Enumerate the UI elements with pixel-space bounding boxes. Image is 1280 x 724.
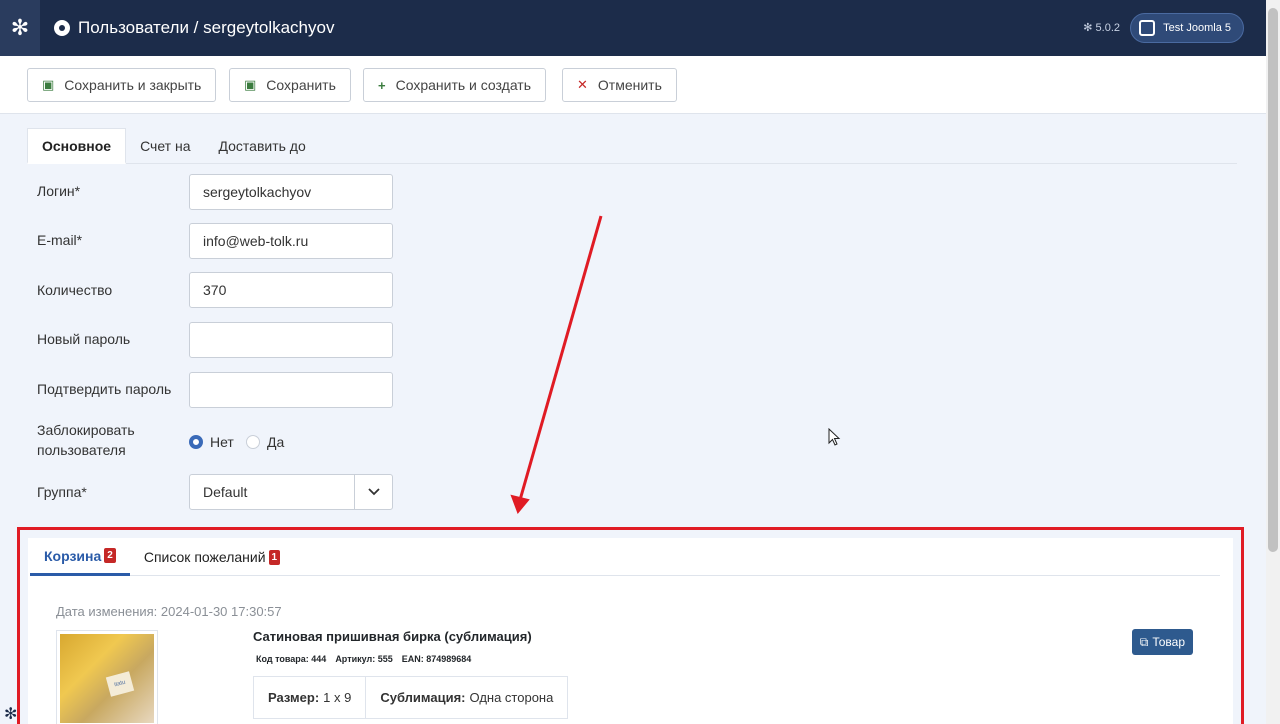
- confirm-password-label: Подтвердить пароль: [37, 381, 172, 397]
- tab-billing[interactable]: Счет на: [126, 128, 204, 164]
- product-name: Сатиновая пришивная бирка (сублимация): [253, 629, 532, 644]
- login-input[interactable]: sergeytolkachyov: [189, 174, 393, 210]
- product-sku: Артикул: 555: [335, 654, 393, 664]
- product-tag-image: itatu: [105, 671, 135, 697]
- product-meta: Код товара: 444 Артикул: 555 EAN: 874989…: [256, 654, 471, 664]
- block-user-label-line1: Заблокировать: [37, 422, 135, 438]
- block-user-label-line2: пользователя: [37, 442, 126, 458]
- save-icon: ▣: [244, 77, 257, 92]
- product-ean: EAN: 874989684: [401, 654, 472, 664]
- chevron-down-icon: [354, 475, 392, 509]
- quantity-input[interactable]: 370: [189, 272, 393, 308]
- new-password-input[interactable]: [189, 322, 393, 358]
- product-code: Код товара: 444: [256, 654, 327, 664]
- block-yes-radio[interactable]: [246, 435, 260, 449]
- joomla-corner-icon: ✻: [4, 706, 18, 723]
- joomla-logo-icon[interactable]: ✻: [0, 0, 40, 56]
- cart-date: Дата изменения: 2024-01-30 17:30:57: [56, 604, 282, 619]
- tab-wishlist[interactable]: Список пожеланий 1: [130, 538, 294, 576]
- block-yes-label: Да: [267, 434, 285, 450]
- confirm-password-input[interactable]: [189, 372, 393, 408]
- page-scrollbar[interactable]: [1266, 0, 1280, 724]
- wishlist-count-badge: 1: [268, 549, 281, 565]
- block-no-label: Нет: [210, 434, 234, 450]
- cart-tabs: Корзина 2 Список пожеланий 1: [30, 538, 1220, 576]
- cart-count-badge: 2: [104, 548, 116, 563]
- external-link-icon: [1139, 20, 1156, 36]
- external-link-icon: ⧉: [1139, 634, 1149, 649]
- tab-shipping[interactable]: Доставить до: [204, 128, 319, 164]
- block-no-radio[interactable]: [189, 435, 203, 449]
- plus-icon: +: [378, 77, 386, 93]
- mouse-cursor-icon: [828, 428, 841, 446]
- cart-panel: Корзина 2 Список пожеланий 1 Дата измене…: [17, 527, 1244, 724]
- scrollbar-thumb[interactable]: [1268, 8, 1278, 552]
- version-label: ✻ 5.0.2: [1083, 22, 1120, 34]
- product-link-button[interactable]: ⧉ Товар: [1131, 629, 1193, 655]
- save-button[interactable]: ▣ Сохранить: [229, 68, 351, 102]
- group-select[interactable]: Default: [189, 474, 393, 510]
- form-tabs: Основное Счет на Доставить до: [27, 128, 1237, 164]
- close-icon: ✕: [577, 77, 588, 92]
- login-label: Логин*: [37, 183, 81, 199]
- app-header: ✻ Пользователи / sergeytolkachyov ✻ 5.0.…: [0, 0, 1266, 56]
- user-circle-icon: [54, 20, 70, 36]
- page-title: Пользователи / sergeytolkachyov: [78, 18, 335, 37]
- quantity-label: Количество: [37, 282, 113, 298]
- tab-cart[interactable]: Корзина 2: [30, 538, 130, 576]
- new-password-label: Новый пароль: [37, 331, 131, 347]
- save-new-button[interactable]: + Сохранить и создать: [363, 68, 547, 102]
- email-input[interactable]: info@web-tolk.ru: [189, 223, 393, 259]
- view-site-button[interactable]: Test Joomla 5: [1130, 13, 1244, 43]
- email-label: E-mail*: [37, 232, 83, 248]
- group-label: Группа*: [37, 484, 87, 500]
- product-thumbnail[interactable]: itatu: [56, 630, 158, 724]
- save-icon: ▣: [42, 77, 55, 92]
- toolbar: ▣ Сохранить и закрыть ▣ Сохранить + Сохр…: [0, 56, 1266, 114]
- save-close-button[interactable]: ▣ Сохранить и закрыть: [27, 68, 217, 102]
- product-attributes: Размер: 1 х 9 Сублимация: Одна сторона: [253, 676, 569, 719]
- attr-sublimation: Сублимация: Одна сторона: [380, 690, 554, 705]
- tab-main[interactable]: Основное: [27, 128, 127, 164]
- cancel-button[interactable]: ✕ Отменить: [562, 68, 677, 102]
- attr-size: Размер: 1 х 9: [254, 677, 367, 718]
